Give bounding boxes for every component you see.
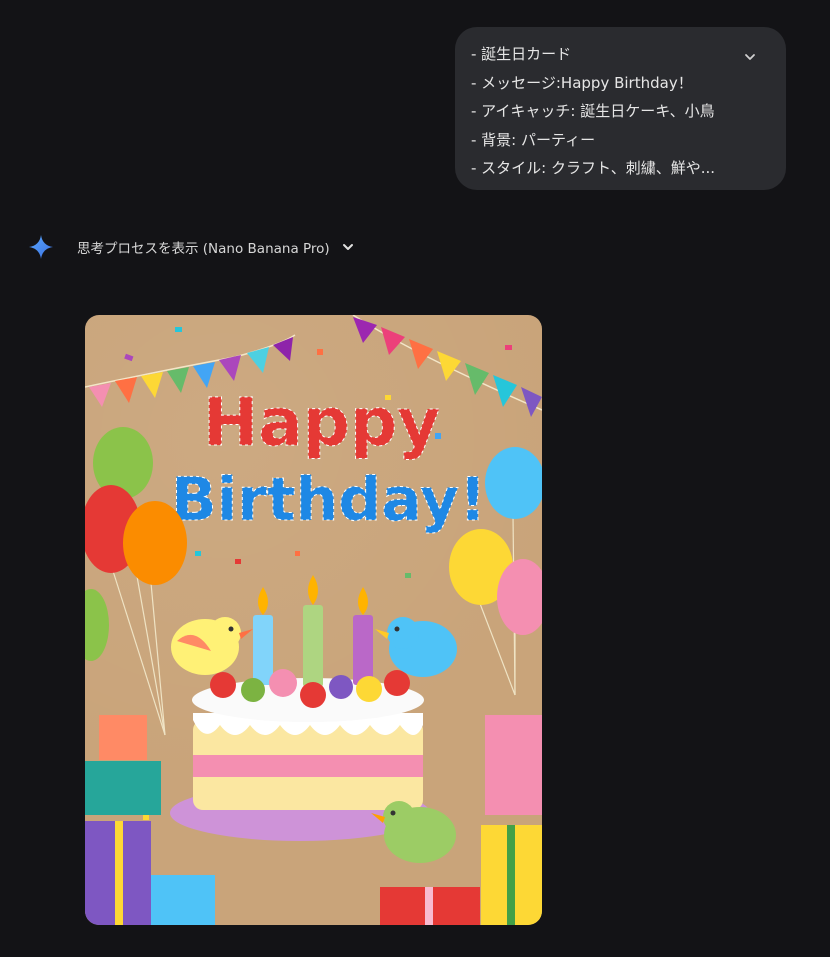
card-headline-happy: Happy [203, 384, 440, 461]
generated-birthday-card-image[interactable]: Happy Birthday! [85, 315, 542, 925]
prompt-line-message: - メッセージ:Happy Birthday！ [471, 73, 693, 92]
user-message-bubble: - 誕生日カード - メッセージ:Happy Birthday！ - アイキャッ… [455, 27, 786, 190]
card-headline-birthday: Birthday! [171, 465, 486, 535]
prompt-line-eyecatch: - アイキャッチ: 誕生日ケーキ、小鳥 [471, 102, 715, 120]
prompt-line-style: - スタイル: クラフト、刺繍、鮮や... [471, 159, 716, 177]
sparkle-icon [29, 235, 53, 259]
thinking-label: 思考プロセスを表示 (Nano Banana Pro) [77, 241, 330, 257]
birthday-card-illustration: Happy Birthday! [85, 315, 542, 925]
chevron-down-icon[interactable] [744, 51, 756, 63]
prompt-line-background: - 背景: パーティー [471, 130, 596, 149]
show-thinking-toggle[interactable]: 思考プロセスを表示 (Nano Banana Pro) [77, 236, 354, 258]
chevron-down-icon [342, 244, 353, 250]
prompt-line-card: - 誕生日カード [471, 45, 572, 63]
